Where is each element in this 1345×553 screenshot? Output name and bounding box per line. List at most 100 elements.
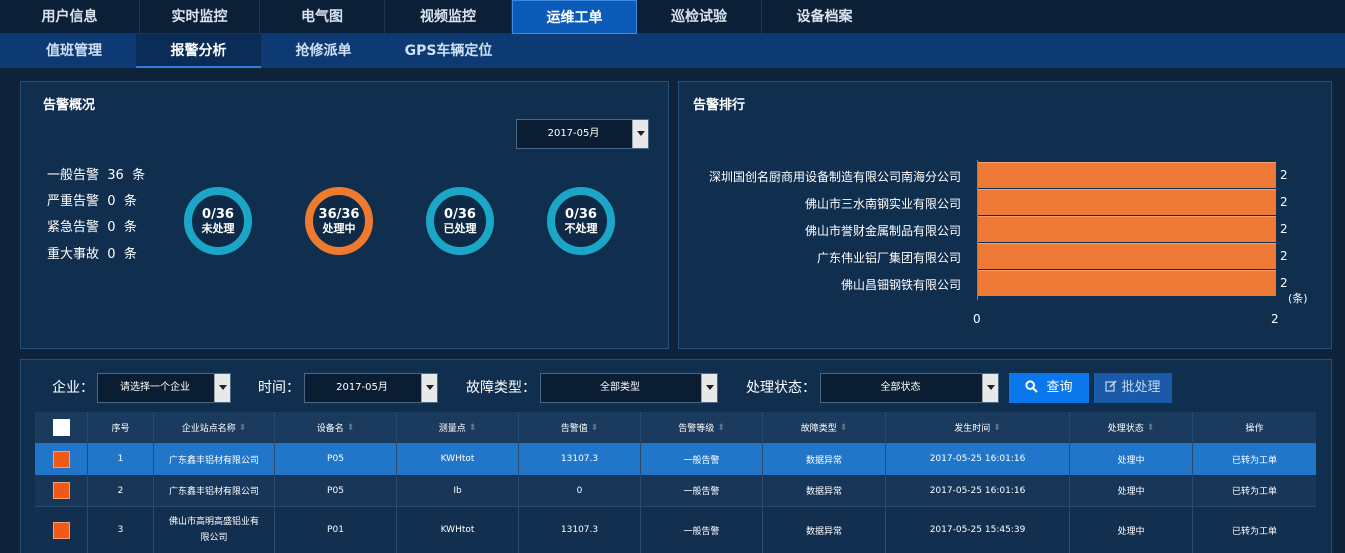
cell-fault: 数据异常 [763, 443, 886, 475]
cell-time: 2017-05-25 16:01:16 [886, 443, 1070, 475]
alarm-count-major: 重大事故 0 条 [47, 243, 137, 262]
overview-month-select[interactable]: 2017-05月 [516, 119, 649, 149]
cell-op[interactable]: 已转为工单 [1193, 507, 1316, 553]
subtab-repair-dispatch[interactable]: 抢修派单 [261, 34, 386, 68]
edit-icon [1105, 380, 1117, 392]
status-select[interactable]: 全部状态 [820, 373, 999, 403]
subtab-gps-vehicle[interactable]: GPS车辆定位 [386, 34, 511, 68]
cell-device: P05 [275, 475, 397, 506]
cell-no: 2 [88, 475, 154, 506]
sort-icon[interactable]: ⬍ [993, 423, 1001, 433]
cell-device: P05 [275, 443, 397, 475]
chevron-down-icon[interactable] [982, 374, 998, 402]
alarm-label: 一般告警 [47, 168, 100, 183]
alarm-unit: 条 [123, 247, 137, 262]
cell-site: 广东鑫丰铝材有限公司 [154, 443, 275, 475]
ring-fraction: 36/36 [318, 206, 360, 222]
chevron-down-icon[interactable] [421, 374, 437, 402]
time-filter-label: 时间： [258, 380, 300, 396]
cell-fault: 数据异常 [763, 475, 886, 506]
cell-point: KWHtot [397, 443, 519, 475]
row-checkbox[interactable] [52, 482, 70, 499]
cell-no: 3 [88, 507, 154, 553]
cell-op[interactable]: 已转为工单 [1193, 443, 1316, 475]
alarm-count-urgent: 紧急告警 0 条 [47, 216, 137, 235]
sort-icon[interactable]: ⬍ [239, 423, 247, 433]
time-select[interactable]: 2017-05月 [304, 373, 438, 403]
bar [978, 243, 1276, 269]
col-header-value[interactable]: 告警值 ⬍ [519, 412, 641, 443]
cell-status: 处理中 [1070, 475, 1193, 506]
company-select-value: 请选择一个企业 [120, 382, 190, 393]
tab-user-info[interactable]: 用户信息 [0, 0, 140, 34]
cell-time: 2017-05-25 16:01:16 [886, 475, 1070, 506]
col-header-time[interactable]: 发生时间 ⬍ [886, 412, 1070, 443]
col-header-point[interactable]: 测量点 ⬍ [397, 412, 519, 443]
status-ring-processed: 0/36 已处理 [426, 187, 494, 255]
subtab-alarm-analysis[interactable]: 报警分析 [136, 34, 261, 68]
fault-type-filter-label: 故障类型： [466, 380, 536, 396]
sort-icon[interactable]: ⬍ [840, 423, 848, 433]
sort-icon[interactable]: ⬍ [1147, 423, 1155, 433]
alarm-count: 0 [107, 220, 116, 235]
bar [978, 270, 1276, 296]
col-header-device[interactable]: 设备名 ⬍ [275, 412, 397, 443]
alarm-label: 重大事故 [47, 247, 100, 262]
query-button[interactable]: 查询 [1009, 373, 1089, 403]
sort-icon[interactable]: ⬍ [347, 423, 355, 433]
table-row[interactable]: 3 佛山市高明高盛铝业有限公司 P01 KWHtot 13107.3 一般告警 … [35, 507, 1316, 553]
company-filter-label: 企业： [52, 380, 94, 396]
cell-value: 0 [519, 475, 641, 506]
tab-electrical-diagram[interactable]: 电气图 [260, 0, 385, 34]
cell-no: 1 [88, 443, 154, 475]
x-tick-0: 0 [973, 312, 981, 326]
bar-value: 2 [1280, 195, 1288, 209]
select-all-checkbox[interactable] [52, 419, 70, 436]
col-header-site[interactable]: 企业站点名称 ⬍ [154, 412, 275, 443]
cell-site: 广东鑫丰铝材有限公司 [154, 475, 275, 506]
row-checkbox[interactable] [52, 450, 70, 468]
col-header-status[interactable]: 处理状态 ⬍ [1070, 412, 1193, 443]
col-header-fault[interactable]: 故障类型 ⬍ [763, 412, 886, 443]
col-header-label: 设备名 [316, 424, 344, 434]
col-header-no[interactable]: 序号 [88, 412, 154, 443]
batch-process-button[interactable]: 批处理 [1094, 373, 1172, 403]
fault-type-select-value: 全部类型 [600, 382, 640, 393]
cell-status: 处理中 [1070, 443, 1193, 475]
cell-time: 2017-05-25 15:45:39 [886, 507, 1070, 553]
sort-icon[interactable]: ⬍ [717, 423, 725, 433]
y-axis-line [977, 160, 978, 300]
fault-type-select[interactable]: 全部类型 [540, 373, 718, 403]
bar-value: 2 [1280, 168, 1288, 182]
bar-value: 2 [1280, 222, 1288, 236]
table-row[interactable]: 2 广东鑫丰铝材有限公司 P05 Ib 0 一般告警 数据异常 2017-05-… [35, 475, 1316, 507]
col-header-label: 序号 [111, 424, 130, 434]
top-nav: 用户信息 实时监控 电气图 视频监控 运维工单 巡检试验 设备档案 [0, 0, 1345, 34]
alarm-count: 0 [107, 194, 116, 209]
col-header-label: 故障类型 [800, 424, 837, 434]
bar [978, 162, 1276, 188]
chevron-down-icon[interactable] [632, 120, 648, 148]
sort-icon[interactable]: ⬍ [591, 423, 599, 433]
company-select[interactable]: 请选择一个企业 [97, 373, 231, 403]
row-checkbox[interactable] [52, 521, 70, 539]
col-header-level[interactable]: 告警等级 ⬍ [641, 412, 763, 443]
chart-unit: (条) [1288, 292, 1308, 305]
cell-status: 处理中 [1070, 507, 1193, 553]
chevron-down-icon[interactable] [214, 374, 230, 402]
cell-op[interactable]: 已转为工单 [1193, 475, 1316, 506]
status-ring-unprocessed: 0/36 未处理 [184, 187, 252, 255]
tab-inspection-test[interactable]: 巡检试验 [637, 0, 762, 34]
ring-label: 已处理 [443, 221, 477, 235]
tab-equipment-archive[interactable]: 设备档案 [762, 0, 887, 34]
table-row[interactable]: 1 广东鑫丰铝材有限公司 P05 KWHtot 13107.3 一般告警 数据异… [35, 443, 1316, 475]
chevron-down-icon[interactable] [701, 374, 717, 402]
alarm-unit: 条 [132, 168, 146, 183]
ring-fraction: 0/36 [565, 206, 597, 222]
sort-icon[interactable]: ⬍ [469, 423, 477, 433]
subtab-duty-management[interactable]: 值班管理 [12, 34, 136, 68]
tab-realtime-monitor[interactable]: 实时监控 [140, 0, 260, 34]
ring-label: 处理中 [322, 221, 356, 235]
tab-video-monitor[interactable]: 视频监控 [385, 0, 512, 34]
tab-maintenance-order[interactable]: 运维工单 [512, 0, 637, 34]
